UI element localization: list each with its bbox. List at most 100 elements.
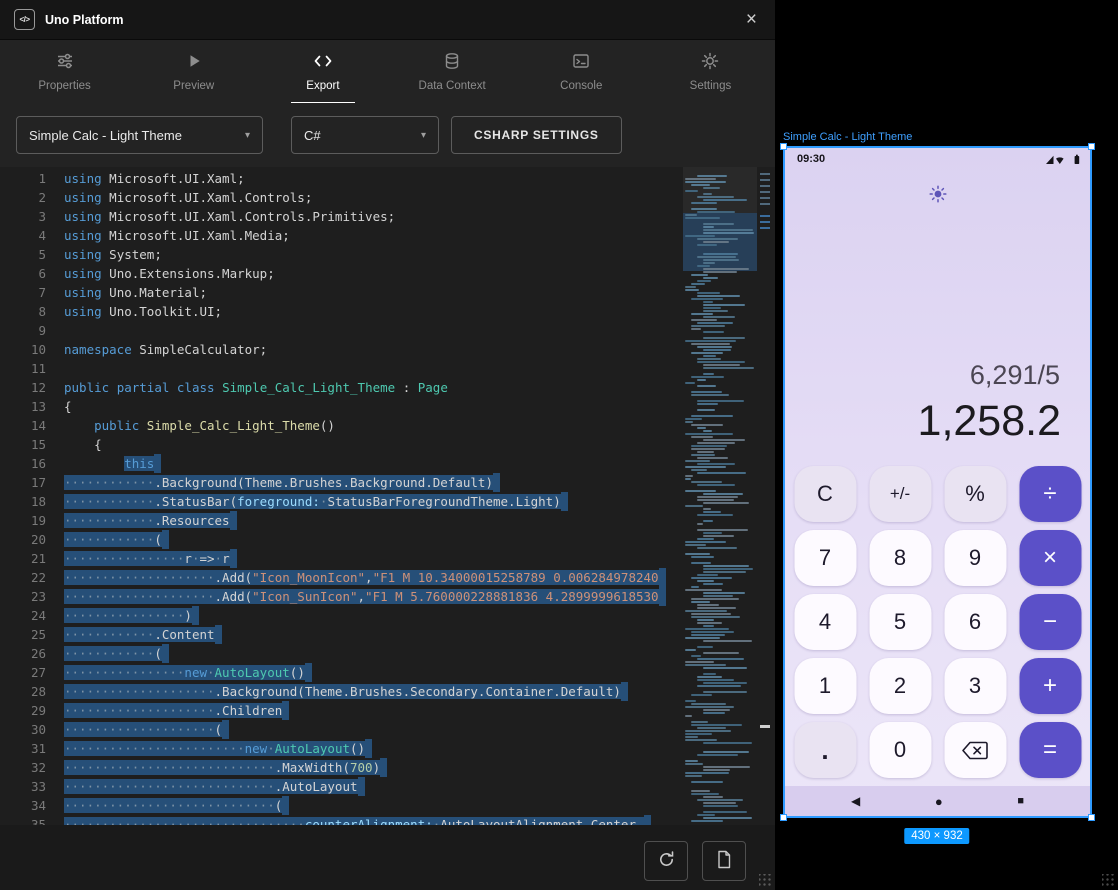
code-line[interactable]: 9 — [0, 321, 683, 340]
csharp-settings-button[interactable]: CSHARP SETTINGS — [451, 116, 622, 154]
status-bar-icons — [1045, 154, 1081, 165]
code-line[interactable]: 35································counte… — [0, 815, 683, 825]
code-line[interactable]: 10namespace SimpleCalculator; — [0, 340, 683, 359]
key-multiply[interactable]: × — [1019, 530, 1081, 586]
code-line[interactable]: 5using System; — [0, 245, 683, 264]
key-6[interactable]: 6 — [944, 594, 1006, 650]
resize-handle-bottom-left[interactable] — [780, 814, 787, 821]
tab-label: Settings — [690, 80, 732, 92]
key-8[interactable]: 8 — [869, 530, 931, 586]
code-line[interactable]: 31························new·AutoLayout… — [0, 739, 683, 758]
resize-handle-bottom-right[interactable] — [1088, 814, 1095, 821]
tab-export[interactable]: Export — [258, 40, 387, 103]
battery-icon — [1075, 155, 1080, 164]
tab-console[interactable]: Console — [517, 40, 646, 103]
code-line[interactable]: 3using Microsoft.UI.Xaml.Controls.Primit… — [0, 207, 683, 226]
code-line[interactable]: 4using Microsoft.UI.Xaml.Media; — [0, 226, 683, 245]
code-line[interactable]: 22····················.Add("Icon_MoonIco… — [0, 568, 683, 587]
tab-data-context[interactable]: Data Context — [388, 40, 517, 103]
canvas-panel: Simple Calc - Light Theme 09:30 — [775, 0, 1118, 890]
code-line[interactable]: 23····················.Add("Icon_SunIcon… — [0, 587, 683, 606]
key-4[interactable]: 4 — [794, 594, 856, 650]
code-line[interactable]: 34····························( — [0, 796, 683, 815]
export-toolbar: Simple Calc - Light Theme ▾ C# ▾ CSHARP … — [0, 103, 775, 167]
theme-toggle-sun-icon[interactable] — [928, 184, 948, 204]
key-5[interactable]: 5 — [869, 594, 931, 650]
language-select-value: C# — [304, 128, 321, 143]
code-line[interactable]: 16 this — [0, 454, 683, 473]
tab-preview[interactable]: Preview — [129, 40, 258, 103]
key-7[interactable]: 7 — [794, 530, 856, 586]
device-frame[interactable]: 09:30 6,291/5 — [783, 146, 1092, 818]
title-bar: </> Uno Platform × — [0, 0, 775, 40]
sliders-icon — [56, 52, 74, 75]
code-line[interactable]: 32····························.MaxWidth(… — [0, 758, 683, 777]
code-line[interactable]: 29····················.Children — [0, 701, 683, 720]
code-line[interactable]: 8using Uno.Toolkit.UI; — [0, 302, 683, 321]
key-decimal[interactable]: . — [794, 722, 856, 778]
overview-ruler[interactable] — [757, 167, 775, 825]
refresh-icon — [657, 850, 676, 872]
key-clear[interactable]: C — [794, 466, 856, 522]
language-select[interactable]: C# ▾ — [291, 116, 439, 154]
window-resize-grip[interactable] — [759, 874, 772, 887]
key-divide[interactable]: ÷ — [1019, 466, 1081, 522]
key-plus-minus[interactable]: +/- — [869, 466, 931, 522]
code-line[interactable]: 14 public Simple_Calc_Light_Theme() — [0, 416, 683, 435]
code-line[interactable]: 30····················( — [0, 720, 683, 739]
nav-back-icon[interactable]: ◀ — [851, 794, 860, 808]
tab-settings[interactable]: Settings — [646, 40, 775, 103]
code-line[interactable]: 6using Uno.Extensions.Markup; — [0, 264, 683, 283]
code-line[interactable]: 18············.StatusBar(foreground:·Sta… — [0, 492, 683, 511]
code-line[interactable]: 20············( — [0, 530, 683, 549]
code-line[interactable]: 15 { — [0, 435, 683, 454]
key-percent[interactable]: % — [944, 466, 1006, 522]
code-line[interactable]: 25············.Content — [0, 625, 683, 644]
minimap[interactable] — [683, 167, 757, 825]
code-line[interactable]: 24················) — [0, 606, 683, 625]
export-file-button[interactable] — [702, 841, 746, 881]
code-line[interactable]: 11 — [0, 359, 683, 378]
nav-home-icon[interactable]: ● — [935, 794, 943, 809]
key-minus[interactable]: − — [1019, 594, 1081, 650]
key-0[interactable]: 0 — [869, 722, 931, 778]
code-line[interactable]: 33····························.AutoLayou… — [0, 777, 683, 796]
nav-recents-icon[interactable]: ■ — [1017, 795, 1024, 807]
code-line[interactable]: 19············.Resources — [0, 511, 683, 530]
screen-resize-grip[interactable] — [1102, 874, 1115, 887]
code-line[interactable]: 7using Uno.Material; — [0, 283, 683, 302]
size-badge: 430 × 932 — [904, 828, 969, 844]
key-backspace[interactable] — [944, 722, 1006, 778]
code-line[interactable]: 27················new·AutoLayout() — [0, 663, 683, 682]
key-1[interactable]: 1 — [794, 658, 856, 714]
code-line[interactable]: 1using Microsoft.UI.Xaml; — [0, 169, 683, 188]
code-line[interactable]: 12public partial class Simple_Calc_Light… — [0, 378, 683, 397]
code-line[interactable]: 2using Microsoft.UI.Xaml.Controls; — [0, 188, 683, 207]
tab-label: Export — [306, 80, 339, 92]
close-icon[interactable]: × — [742, 10, 761, 29]
tab-properties[interactable]: Properties — [0, 40, 129, 103]
screen: </> Uno Platform × PropertiesPreview Expo… — [0, 0, 1118, 890]
android-navigation-bar: ◀ ● ■ — [785, 786, 1090, 816]
console-icon — [572, 52, 590, 75]
key-2[interactable]: 2 — [869, 658, 931, 714]
resize-handle-top-right[interactable] — [1088, 143, 1095, 150]
key-3[interactable]: 3 — [944, 658, 1006, 714]
code-line[interactable]: 13{ — [0, 397, 683, 416]
code-editor[interactable]: 1using Microsoft.UI.Xaml;2using Microsof… — [0, 167, 775, 825]
page-select[interactable]: Simple Calc - Light Theme ▾ — [16, 116, 263, 154]
code-line[interactable]: 17············.Background(Theme.Brushes.… — [0, 473, 683, 492]
signal-icon — [1046, 156, 1054, 164]
code-line[interactable]: 28····················.Background(Theme.… — [0, 682, 683, 701]
display-result: 1,258.2 — [918, 397, 1061, 446]
code-line[interactable]: 21················r·=>·r — [0, 549, 683, 568]
code-line[interactable]: 26············( — [0, 644, 683, 663]
key-plus[interactable]: + — [1019, 658, 1081, 714]
app-logo-icon: </> — [14, 9, 35, 30]
key-9[interactable]: 9 — [944, 530, 1006, 586]
code-lines[interactable]: 1using Microsoft.UI.Xaml;2using Microsof… — [0, 169, 683, 825]
key-equals[interactable]: = — [1019, 722, 1081, 778]
resize-handle-top-left[interactable] — [780, 143, 787, 150]
refresh-button[interactable] — [644, 841, 688, 881]
file-icon — [715, 850, 733, 872]
